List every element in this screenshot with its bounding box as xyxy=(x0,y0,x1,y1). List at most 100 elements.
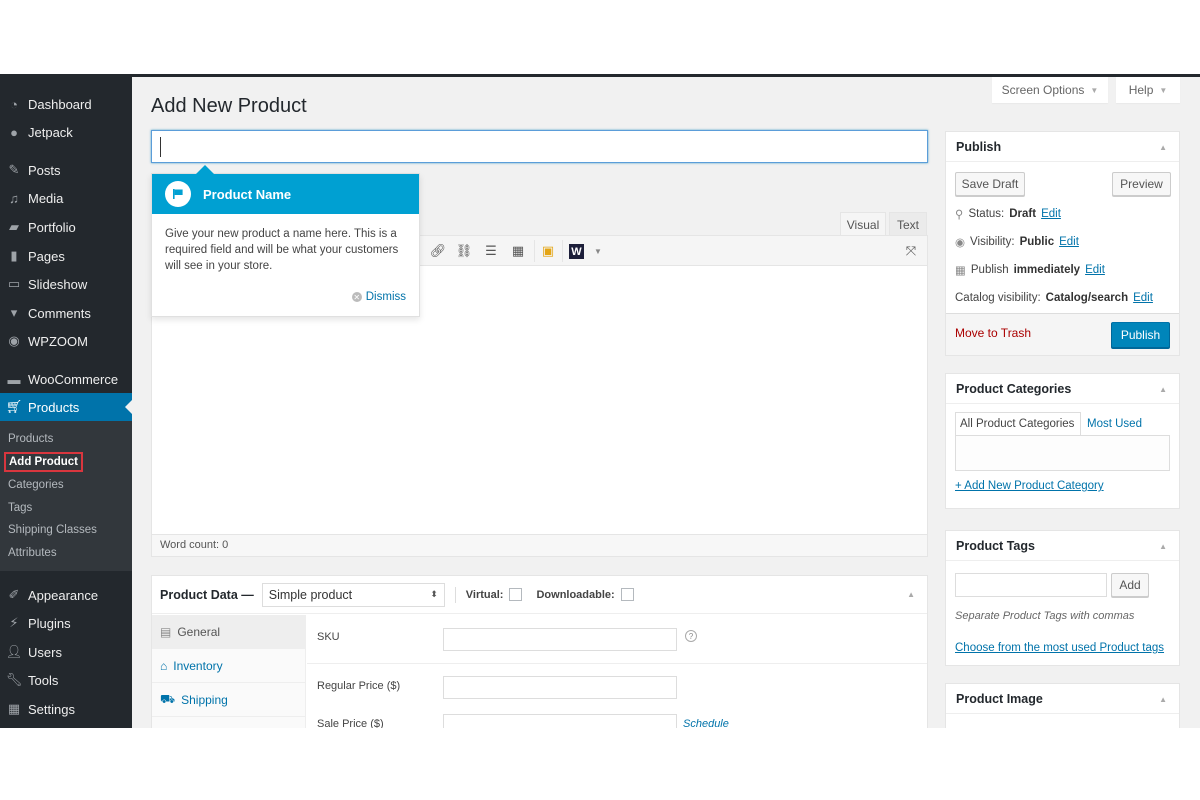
sidebar-item-jetpack[interactable]: ● Jetpack xyxy=(0,118,132,146)
product-name-input[interactable] xyxy=(151,130,928,163)
sidebar-item-slideshow[interactable]: ▭ Slideshow xyxy=(0,270,132,298)
schedule-link[interactable]: Schedule xyxy=(683,718,729,728)
regular-price-input[interactable] xyxy=(443,676,677,699)
image-box-header[interactable]: Product Image ▲ xyxy=(946,684,1179,714)
sidebar-item-pages[interactable]: ▮ Pages xyxy=(0,242,132,270)
sidebar-item-media[interactable]: ♫ Media xyxy=(0,184,132,212)
publish-button[interactable]: Publish xyxy=(1111,322,1170,348)
help-tip-icon[interactable]: ? xyxy=(685,630,697,642)
regular-price-label: Regular Price ($) xyxy=(317,680,401,692)
plugin-icon: ⚡︎ xyxy=(9,615,19,630)
product-name-pointer: Product Name Give your new product a nam… xyxy=(151,165,420,317)
product-data-tabs: ▤ General ⌂ Inventory ⛟ Shipping xyxy=(152,615,306,728)
add-tag-button[interactable]: Add xyxy=(1111,573,1149,597)
sidebar-item-comments[interactable]: ▾ Comments xyxy=(0,299,132,327)
pointer-body: Give your new product a name here. This … xyxy=(165,228,399,272)
edit-status-link[interactable]: Edit xyxy=(1041,208,1061,220)
tab-inventory[interactable]: ⌂ Inventory xyxy=(152,649,305,683)
row-divider xyxy=(307,663,927,664)
sidebar-item-dashboard[interactable]: ◔ Dashboard xyxy=(0,90,132,118)
caret-down-icon: ▼ xyxy=(1090,85,1099,95)
sale-price-label: Sale Price ($) xyxy=(317,718,384,728)
tab-text[interactable]: Text xyxy=(889,212,927,236)
submenu-item-products[interactable]: Products xyxy=(8,433,53,445)
tab-most-used[interactable]: Most Used xyxy=(1083,412,1146,436)
add-new-category-link[interactable]: + Add New Product Category xyxy=(955,480,1104,492)
move-to-trash-link[interactable]: Move to Trash xyxy=(955,326,1031,340)
submenu-item-add-product[interactable]: Add Product xyxy=(4,452,83,472)
product-data-header: Product Data — Simple product ⬍ Virtual: … xyxy=(152,576,927,614)
submenu-item-shipping-classes[interactable]: Shipping Classes xyxy=(8,524,97,536)
help-button[interactable]: Help ▼ xyxy=(1116,77,1180,103)
sidebar-item-wpzoom[interactable]: ◉ WPZOOM xyxy=(0,327,132,355)
tab-visual[interactable]: Visual xyxy=(840,212,886,236)
collapse-arrow-icon[interactable]: ▲ xyxy=(907,590,915,599)
general-icon: ▤ xyxy=(160,624,172,639)
sidebar-item-appearance[interactable]: ✐ Appearance xyxy=(0,581,132,609)
sidebar-item-tools[interactable]: 🔧︎ Tools xyxy=(0,666,132,694)
categories-box-header[interactable]: Product Categories ▲ xyxy=(946,374,1179,404)
wpzoom-shortcode-icon[interactable]: W xyxy=(569,244,584,259)
downloadable-checkbox[interactable] xyxy=(620,588,634,601)
edit-date-link[interactable]: Edit xyxy=(1085,264,1105,276)
collapse-arrow-icon[interactable]: ▲ xyxy=(1159,143,1167,152)
submenu-item-categories[interactable]: Categories xyxy=(8,479,64,491)
eye-icon: ◉ xyxy=(955,237,966,249)
choose-tags-link[interactable]: Choose from the most used Product tags xyxy=(955,642,1164,654)
edit-visibility-link[interactable]: Edit xyxy=(1059,236,1079,248)
tab-all-categories[interactable]: All Product Categories xyxy=(955,412,1081,436)
save-draft-button[interactable]: Save Draft xyxy=(955,172,1025,196)
unlink-icon[interactable]: ⛓︎ xyxy=(455,242,473,260)
product-type-select[interactable]: Simple product ⬍ xyxy=(261,582,445,607)
publish-box: Publish ▲ Save Draft Preview ⚲ Status: Draf… xyxy=(945,131,1180,356)
sku-input[interactable] xyxy=(443,628,677,651)
close-icon: ✕ xyxy=(351,292,362,302)
preview-button[interactable]: Preview xyxy=(1112,172,1171,196)
publish-box-header[interactable]: Publish ▲ xyxy=(946,132,1179,162)
read-more-icon[interactable]: ☰ xyxy=(482,242,500,260)
sidebar-item-woocommerce[interactable]: ▬ WooCommerce xyxy=(0,365,132,393)
sidebar-item-products[interactable]: 🛒︎ Products xyxy=(0,393,132,421)
add-media-icon[interactable]: ▣ xyxy=(539,242,557,260)
link-icon[interactable]: 🔗︎ xyxy=(429,242,447,260)
collapse-arrow-icon[interactable]: ▲ xyxy=(1159,542,1167,551)
submenu-item-attributes[interactable]: Attributes xyxy=(8,547,57,559)
page-title: Add New Product xyxy=(151,95,307,117)
tags-box-header[interactable]: Product Tags ▲ xyxy=(946,531,1179,561)
pin-icon: ⚲ xyxy=(955,209,964,221)
product-categories-box: Product Categories ▲ All Product Categori… xyxy=(945,373,1180,509)
jetpack-icon: ● xyxy=(10,124,18,140)
submenu-item-tags[interactable]: Tags xyxy=(8,502,32,514)
truck-icon: ⛟ xyxy=(160,691,176,706)
screen-options-button[interactable]: Screen Options ▼ xyxy=(992,77,1108,103)
sidebar-item-plugins[interactable]: ⚡︎ Plugins xyxy=(0,609,132,637)
flag-icon xyxy=(165,181,191,207)
media-icon: ♫ xyxy=(9,190,19,206)
sidebar-item-portfolio[interactable]: ▰ Portfolio xyxy=(0,213,132,241)
collapse-arrow-icon[interactable]: ▲ xyxy=(1159,385,1167,394)
product-image-box: Product Image ▲ xyxy=(945,683,1180,728)
tab-general[interactable]: ▤ General xyxy=(152,615,305,649)
comment-icon: ▾ xyxy=(10,305,18,320)
visibility-row: ◉ Visibility: Public Edit xyxy=(955,236,1079,249)
sidebar-item-users[interactable]: 👤︎ Users xyxy=(0,638,132,666)
sidebar-item-posts[interactable]: ✎ Posts xyxy=(0,156,132,184)
edit-catalog-link[interactable]: Edit xyxy=(1133,292,1153,304)
virtual-checkbox[interactable] xyxy=(509,588,523,601)
tag-input[interactable] xyxy=(955,573,1107,597)
tab-shipping[interactable]: ⛟ Shipping xyxy=(152,683,305,717)
toolbar-toggle-icon[interactable]: ▦ xyxy=(509,242,527,260)
product-tags-box: Product Tags ▲ Add Separate Product Tags … xyxy=(945,530,1180,666)
category-checklist[interactable] xyxy=(955,435,1170,471)
collapse-arrow-icon[interactable]: ▲ xyxy=(1159,695,1167,704)
caret-down-icon: ▼ xyxy=(1159,85,1168,95)
fullscreen-icon[interactable]: ⤧ xyxy=(902,242,920,260)
dismiss-link[interactable]: ✕ Dismiss xyxy=(351,291,406,303)
caret-down-icon[interactable]: ▼ xyxy=(589,242,607,260)
paintbrush-icon: ✐ xyxy=(8,587,20,602)
sidebar-item-settings[interactable]: ▦ Settings xyxy=(0,695,132,723)
toolbar-divider xyxy=(534,240,535,262)
sale-price-input[interactable] xyxy=(443,714,677,728)
slideshow-icon: ▭ xyxy=(7,276,21,291)
toolbar-divider xyxy=(562,240,563,262)
